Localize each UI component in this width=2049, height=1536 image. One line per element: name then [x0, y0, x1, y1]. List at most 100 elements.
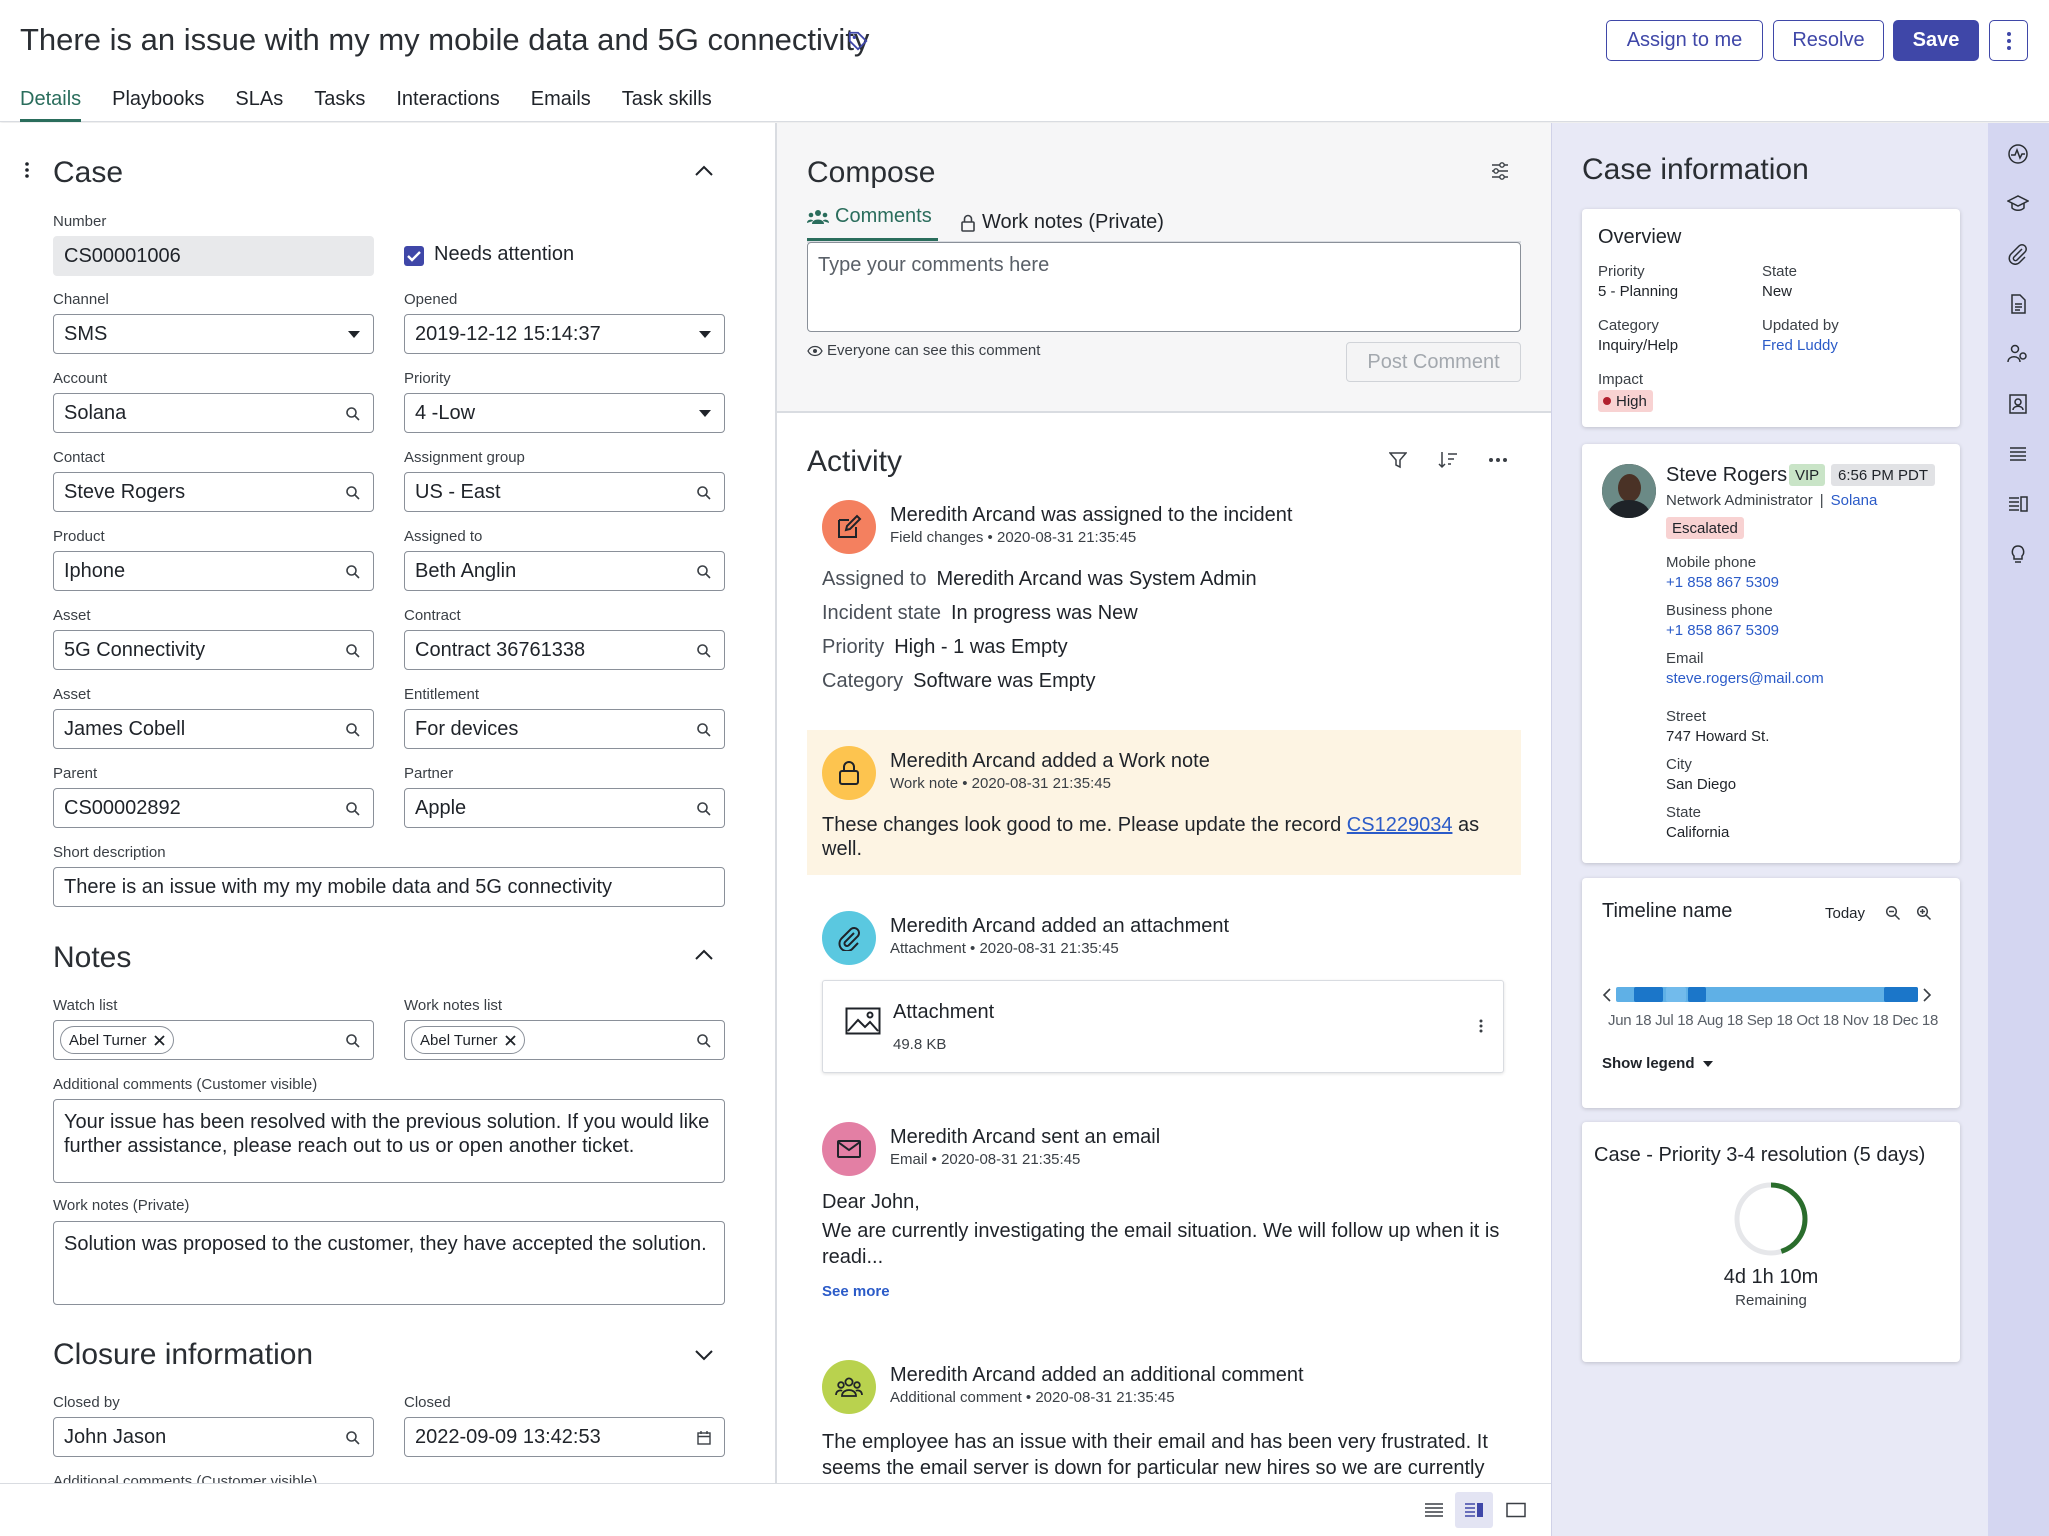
timeline-today-button[interactable]: Today	[1825, 905, 1865, 922]
record-link[interactable]: CS1229034	[1347, 814, 1453, 836]
contact-field[interactable]: Steve Rogers	[53, 472, 374, 512]
split-view-button[interactable]	[1455, 1492, 1493, 1528]
search-icon[interactable]	[696, 1033, 712, 1049]
contract-field[interactable]: Contract 36761338	[404, 630, 725, 670]
close-icon[interactable]	[153, 1034, 165, 1046]
tab-tasks[interactable]: Tasks	[314, 88, 365, 122]
entitlement-field[interactable]: For devices	[404, 709, 725, 749]
chevron-left-icon[interactable]	[1602, 988, 1612, 1002]
email-link[interactable]: steve.rogers@mail.com	[1666, 670, 1824, 687]
comment-input[interactable]: Type your comments here	[807, 242, 1521, 332]
filter-icon[interactable]	[1389, 451, 1407, 469]
opened-select[interactable]: 2019-12-12 15:14:37	[404, 314, 725, 354]
see-more-link[interactable]: See more	[822, 1283, 890, 1300]
search-icon[interactable]	[696, 722, 712, 738]
list-icon[interactable]	[2007, 443, 2029, 465]
search-icon[interactable]	[345, 722, 361, 738]
contract-label: Contract	[404, 607, 461, 624]
tab-work-notes[interactable]: Work notes (Private)	[960, 211, 1164, 234]
assign-to-me-button[interactable]: Assign to me	[1606, 20, 1763, 61]
chevron-right-icon[interactable]	[1922, 988, 1932, 1002]
contact-company-link[interactable]: Solana	[1831, 492, 1878, 509]
search-icon[interactable]	[345, 801, 361, 817]
contact-card-icon[interactable]	[2007, 393, 2029, 415]
tag-icon[interactable]	[847, 30, 869, 52]
zoom-out-icon[interactable]	[1885, 905, 1901, 921]
sort-icon[interactable]	[1438, 451, 1458, 469]
parent-field[interactable]: CS00002892	[53, 788, 374, 828]
activity-subheading: Attachment • 2020-08-31 21:35:45	[890, 940, 1119, 957]
user-group-icon[interactable]	[2007, 343, 2029, 365]
updated-by-link[interactable]: Fred Luddy	[1762, 337, 1838, 354]
work-notes-list-field[interactable]: Abel Turner	[404, 1020, 725, 1060]
timeline-event-bar[interactable]	[1688, 987, 1706, 1002]
short-description-field[interactable]: There is an issue with my my mobile data…	[53, 867, 725, 907]
additional-comments-textarea[interactable]: Your issue has been resolved with the pr…	[53, 1099, 725, 1183]
list-view-icon[interactable]	[1424, 1502, 1444, 1518]
search-icon[interactable]	[696, 801, 712, 817]
search-icon[interactable]	[345, 406, 361, 422]
chevron-up-icon[interactable]	[694, 949, 714, 961]
lightbulb-icon[interactable]	[2007, 543, 2029, 565]
timeline-event-bar[interactable]	[1666, 987, 1686, 1002]
tab-task-skills[interactable]: Task skills	[622, 88, 712, 122]
assignment-group-field[interactable]: US - East	[404, 472, 725, 512]
product-field[interactable]: Iphone	[53, 551, 374, 591]
zoom-in-icon[interactable]	[1916, 905, 1932, 921]
details-panel-icon[interactable]	[2007, 493, 2029, 515]
priority-select[interactable]: 4 -Low	[404, 393, 725, 433]
post-comment-button[interactable]: Post Comment	[1346, 342, 1521, 382]
avatar[interactable]	[1602, 464, 1656, 518]
paperclip-icon[interactable]	[2007, 243, 2029, 265]
business-phone-link[interactable]: +1 858 867 5309	[1666, 622, 1779, 639]
resolve-button[interactable]: Resolve	[1773, 20, 1884, 61]
tab-comments[interactable]: Comments	[807, 205, 938, 241]
drag-handle-icon[interactable]	[24, 161, 30, 179]
timeline-event-bar[interactable]	[1634, 987, 1663, 1002]
search-icon[interactable]	[345, 643, 361, 659]
account-field[interactable]: Solana	[53, 393, 374, 433]
graduation-cap-icon[interactable]	[2007, 193, 2029, 215]
work-note-body: These changes look good to me. Please up…	[822, 813, 1502, 861]
single-view-icon[interactable]	[1506, 1502, 1526, 1518]
more-actions-button[interactable]	[1989, 20, 2028, 61]
search-icon[interactable]	[345, 485, 361, 501]
activity-pulse-icon[interactable]	[2007, 143, 2029, 165]
more-vertical-icon[interactable]	[1479, 1019, 1483, 1033]
chevron-down-icon[interactable]	[694, 1349, 714, 1361]
closed-by-field[interactable]: John Jason	[53, 1417, 374, 1457]
chevron-up-icon[interactable]	[694, 165, 714, 177]
show-legend-label: Show legend	[1602, 1055, 1695, 1072]
asset-field[interactable]: 5G Connectivity	[53, 630, 374, 670]
search-icon[interactable]	[345, 1430, 361, 1446]
calendar-icon[interactable]	[696, 1430, 712, 1446]
attachment-card[interactable]: Attachment 49.8 KB	[822, 980, 1504, 1073]
work-notes-textarea[interactable]: Solution was proposed to the customer, t…	[53, 1221, 725, 1305]
show-legend-toggle[interactable]: Show legend	[1602, 1055, 1713, 1072]
search-icon[interactable]	[696, 564, 712, 580]
closed-field[interactable]: 2022-09-09 13:42:53	[404, 1417, 725, 1457]
channel-select[interactable]: SMS	[53, 314, 374, 354]
tab-playbooks[interactable]: Playbooks	[112, 88, 204, 122]
search-icon[interactable]	[345, 1033, 361, 1049]
settings-sliders-icon[interactable]	[1490, 161, 1510, 181]
watch-list-field[interactable]: Abel Turner	[53, 1020, 374, 1060]
partner-field[interactable]: Apple	[404, 788, 725, 828]
save-button[interactable]: Save	[1893, 20, 1979, 61]
tab-slas[interactable]: SLAs	[235, 88, 283, 122]
mobile-phone-link[interactable]: +1 858 867 5309	[1666, 574, 1779, 591]
category-value: Inquiry/Help	[1598, 337, 1679, 354]
more-horizontal-icon[interactable]	[1489, 458, 1507, 462]
timeline-event-bar[interactable]	[1884, 987, 1918, 1002]
tab-details[interactable]: Details	[20, 88, 82, 122]
document-icon[interactable]	[2007, 293, 2029, 315]
search-icon[interactable]	[696, 485, 712, 501]
close-icon[interactable]	[504, 1034, 516, 1046]
asset2-field[interactable]: James Cobell	[53, 709, 374, 749]
assigned-to-field[interactable]: Beth Anglin	[404, 551, 725, 591]
tab-emails[interactable]: Emails	[531, 88, 591, 122]
search-icon[interactable]	[345, 564, 361, 580]
search-icon[interactable]	[696, 643, 712, 659]
needs-attention-checkbox[interactable]	[404, 246, 424, 266]
tab-interactions[interactable]: Interactions	[396, 88, 499, 122]
